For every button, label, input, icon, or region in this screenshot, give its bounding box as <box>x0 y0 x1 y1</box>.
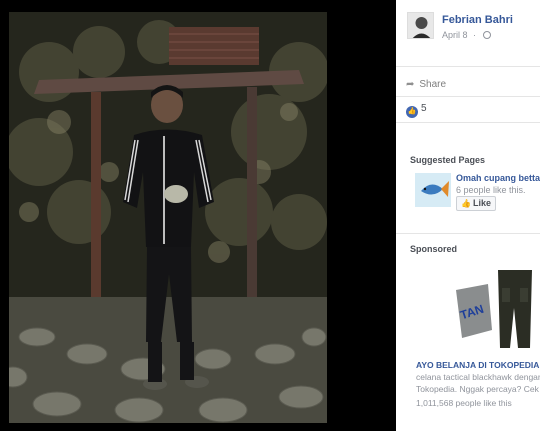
like-icon: 👍 <box>406 106 418 118</box>
share-icon: ➦ <box>406 79 415 90</box>
suggested-pages-title: Suggested Pages <box>410 155 486 165</box>
suggested-page-name[interactable]: Omah cupang bettahol <box>456 173 540 183</box>
ad-image[interactable]: TAN <box>450 268 534 352</box>
divider <box>396 233 540 234</box>
share-button[interactable]: ➦ Share <box>406 79 446 90</box>
photo-illustration <box>9 12 327 423</box>
divider <box>396 66 540 67</box>
suggested-page-likes: 6 people like this. <box>456 185 526 195</box>
like-page-button[interactable]: 👍 Like <box>456 196 496 211</box>
ad-description-line-1: celana tactical blackhawk dengan <box>416 372 540 382</box>
suggested-page-thumbnail[interactable] <box>415 173 451 207</box>
thumbs-up-icon: 👍 <box>461 199 471 208</box>
divider <box>396 122 540 123</box>
avatar-image <box>408 13 433 38</box>
like-button-label: Like <box>472 198 491 208</box>
author-name[interactable]: Febrian Bahri <box>442 14 513 26</box>
photo-stage <box>0 0 396 431</box>
like-count-value: 5 <box>421 103 427 114</box>
share-label: Share <box>419 79 447 90</box>
post-header: Febrian Bahri April 8 · <box>396 0 540 60</box>
divider <box>396 96 540 97</box>
ad-likes: 1,011,568 people like this <box>416 398 512 408</box>
ad-product-image: TAN <box>450 268 534 352</box>
meta-separator: · <box>473 30 477 40</box>
post-photo[interactable] <box>9 12 327 423</box>
globe-icon <box>482 31 491 39</box>
ad-title[interactable]: AYO BELANJA DI TOKOPEDIA <box>416 360 539 370</box>
ad-description-line-2: Tokopedia. Nggak percaya? Cek <box>416 384 539 394</box>
post-meta: April 8 · <box>442 30 491 40</box>
like-count[interactable]: 👍 5 <box>406 103 427 118</box>
side-panel: Febrian Bahri April 8 · ➦ Share 👍 5 Sugges… <box>396 0 540 431</box>
fish-image <box>415 173 451 207</box>
post-date[interactable]: April 8 <box>442 30 468 40</box>
sponsored-title: Sponsored <box>410 244 458 254</box>
author-avatar[interactable] <box>407 12 434 39</box>
